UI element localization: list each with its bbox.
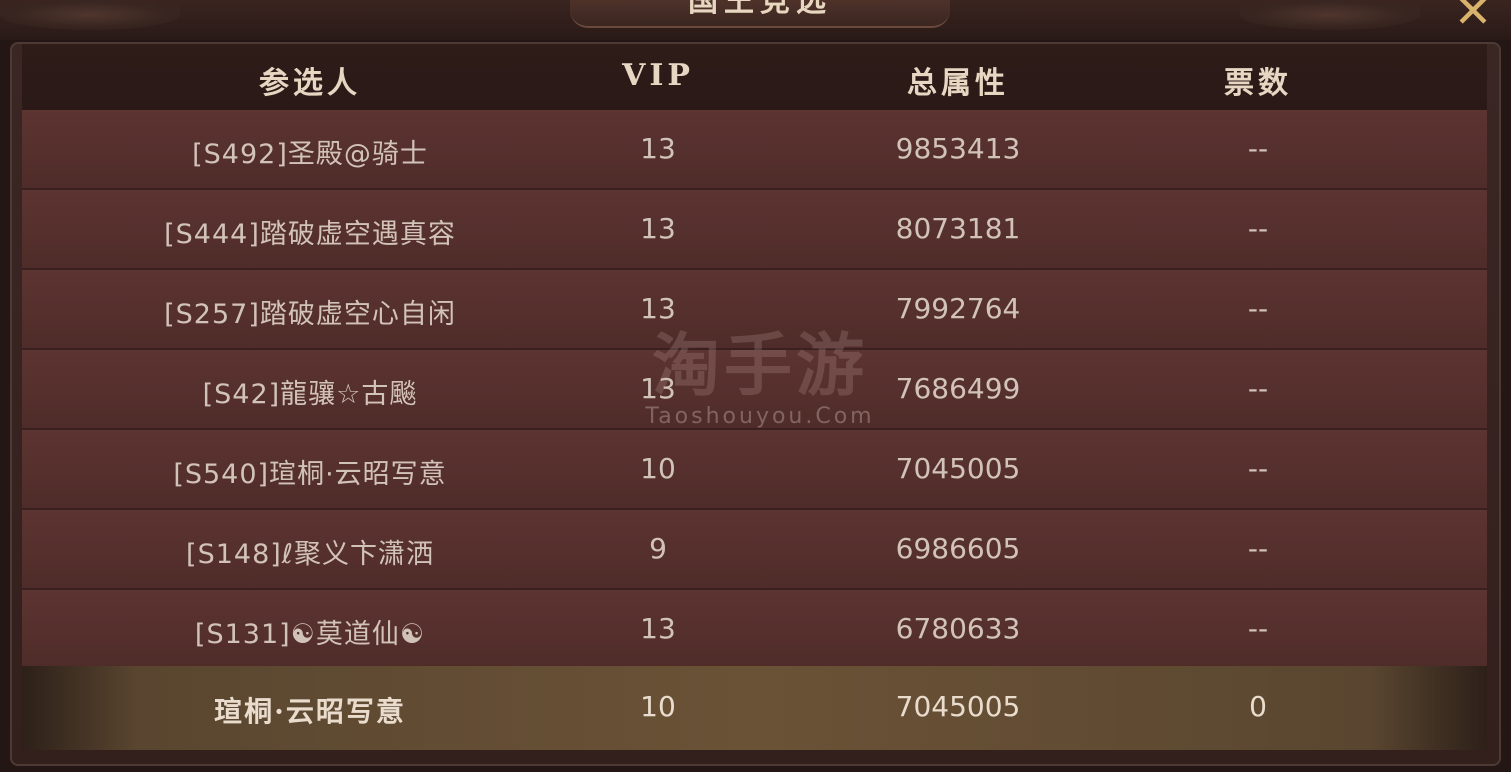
candidate-power: 7686499 bbox=[895, 372, 1021, 405]
candidate-votes: -- bbox=[1247, 532, 1269, 565]
table-row[interactable]: [S42]龍骧☆古飈 13 7686499 -- bbox=[22, 350, 1487, 430]
corner-ornament-right bbox=[1240, 0, 1420, 30]
self-name: 瑄桐·云昭写意 bbox=[214, 695, 406, 728]
window-title: 国王竞选 bbox=[688, 0, 832, 19]
header-total-attributes: 总属性 bbox=[907, 66, 1009, 101]
header-candidate: 参选人 bbox=[259, 66, 361, 101]
candidate-name: [S131]☯莫道仙☯ bbox=[194, 619, 426, 650]
candidate-votes: -- bbox=[1247, 292, 1269, 325]
candidate-power: 6780633 bbox=[895, 612, 1021, 645]
candidate-power: 9853413 bbox=[895, 132, 1021, 165]
candidate-votes: -- bbox=[1247, 372, 1269, 405]
candidate-name: [S148]ℓ聚义卞潇洒 bbox=[186, 539, 434, 570]
candidate-votes: -- bbox=[1247, 132, 1269, 165]
table-row[interactable]: [S131]☯莫道仙☯ 13 6780633 -- bbox=[22, 590, 1487, 670]
self-row: 瑄桐·云昭写意 10 7045005 0 bbox=[22, 666, 1487, 750]
self-power: 7045005 bbox=[895, 690, 1021, 723]
candidate-name: [S257]踏破虚空心自闲 bbox=[164, 299, 456, 330]
candidate-vip: 13 bbox=[640, 132, 676, 165]
candidate-name: [S492]圣殿@骑士 bbox=[192, 139, 428, 170]
candidate-vip: 13 bbox=[640, 292, 676, 325]
table-row[interactable]: [S148]ℓ聚义卞潇洒 9 6986605 -- bbox=[22, 510, 1487, 590]
candidate-vip: 13 bbox=[640, 372, 676, 405]
candidate-votes: -- bbox=[1247, 452, 1269, 485]
table-row[interactable]: [S540]瑄桐·云昭写意 10 7045005 -- bbox=[22, 430, 1487, 510]
candidate-power: 7992764 bbox=[895, 292, 1021, 325]
table-row[interactable]: [S492]圣殿@骑士 13 9853413 -- bbox=[22, 110, 1487, 190]
candidate-name: [S444]踏破虚空遇真容 bbox=[164, 219, 456, 250]
candidate-power: 7045005 bbox=[895, 452, 1021, 485]
candidate-name: [S540]瑄桐·云昭写意 bbox=[173, 459, 447, 490]
header-votes: 票数 bbox=[1224, 66, 1292, 101]
candidate-name: [S42]龍骧☆古飈 bbox=[202, 379, 418, 410]
candidate-vip: 10 bbox=[640, 452, 676, 485]
candidate-vip: 13 bbox=[640, 612, 676, 645]
close-x-icon[interactable]: ✕ bbox=[1448, 0, 1498, 34]
table-row[interactable]: [S444]踏破虚空遇真容 13 8073181 -- bbox=[22, 190, 1487, 270]
self-vip: 10 bbox=[640, 690, 676, 723]
corner-ornament-left bbox=[0, 0, 180, 30]
self-votes: 0 bbox=[1249, 690, 1267, 723]
table-row[interactable]: [S257]踏破虚空心自闲 13 7992764 -- bbox=[22, 270, 1487, 350]
candidate-votes: -- bbox=[1247, 612, 1269, 645]
candidate-vip: 13 bbox=[640, 212, 676, 245]
candidate-power: 6986605 bbox=[895, 532, 1021, 565]
header-vip: VIP bbox=[622, 58, 694, 93]
candidate-votes: -- bbox=[1247, 212, 1269, 245]
candidate-power: 8073181 bbox=[895, 212, 1021, 245]
candidate-vip: 9 bbox=[649, 532, 667, 565]
table-header: 参选人 VIP 总属性 票数 bbox=[22, 44, 1487, 110]
